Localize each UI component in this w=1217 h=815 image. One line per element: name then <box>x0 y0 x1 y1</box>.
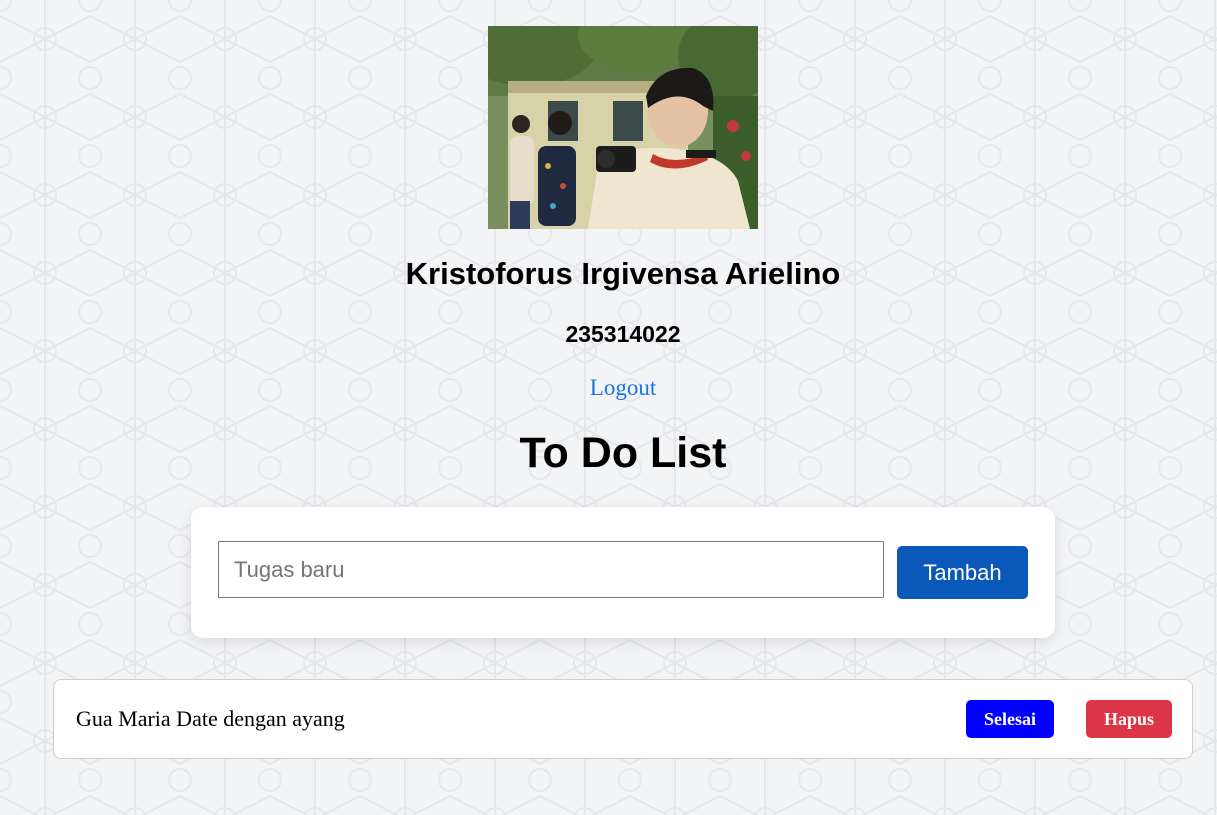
new-task-input[interactable] <box>218 541 884 598</box>
profile-nim: 235314022 <box>565 321 681 347</box>
add-task-button[interactable]: Tambah <box>897 546 1028 599</box>
done-button[interactable]: Selesai <box>966 700 1054 738</box>
profile-name: Kristoforus Irgivensa Arielino <box>405 256 841 291</box>
delete-button[interactable]: Hapus <box>1086 700 1172 738</box>
task-item: Gua Maria Date dengan ayang Selesai Hapu… <box>53 679 1193 759</box>
add-task-form: Tambah <box>191 507 1055 638</box>
logout-link[interactable]: Logout <box>0 373 1217 403</box>
task-list: Gua Maria Date dengan ayang Selesai Hapu… <box>53 679 1193 759</box>
profile-photo <box>488 26 758 229</box>
todo-title: To Do List <box>519 429 727 477</box>
task-text: Gua Maria Date dengan ayang <box>76 706 345 731</box>
page: Kristoforus Irgivensa Arielino 235314022… <box>0 0 1217 815</box>
